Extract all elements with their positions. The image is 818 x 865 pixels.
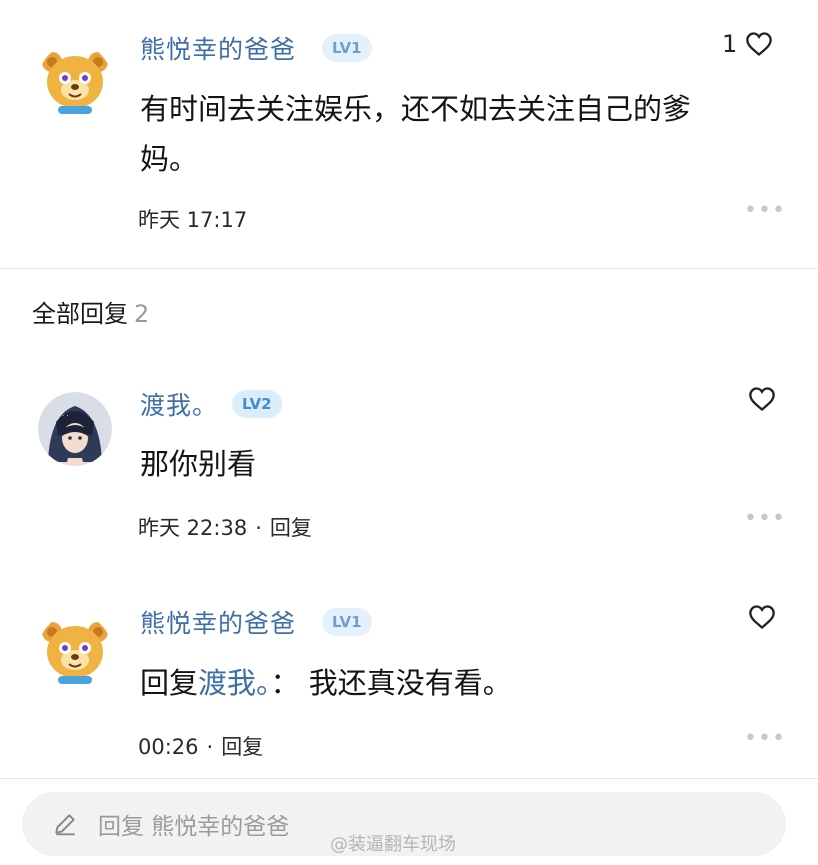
like-button[interactable]: 1: [722, 30, 773, 58]
divider: [0, 778, 818, 779]
more-dots-icon[interactable]: •••: [744, 726, 786, 751]
more-dots-icon[interactable]: •••: [744, 506, 786, 531]
replies-section-title: 全部回复 2: [32, 294, 149, 329]
watermark: @装逼翻车现场: [330, 834, 456, 855]
main-comment-username[interactable]: 熊悦幸的爸爸: [140, 30, 296, 66]
reply-text: 那你别看: [140, 447, 257, 481]
svg-text:· ·: · ·: [62, 412, 69, 420]
replies-count: 2: [134, 300, 150, 328]
level-badge: LV2: [232, 390, 282, 418]
like-button[interactable]: [748, 604, 776, 630]
separator-dot: ·: [255, 516, 262, 540]
divider: [0, 268, 818, 269]
avatar-user[interactable]: · ·: [38, 392, 112, 466]
reply-button[interactable]: 回复: [270, 516, 312, 540]
reply-username[interactable]: 渡我。: [140, 386, 218, 422]
level-badge: LV1: [322, 34, 372, 62]
level-badge: LV1: [322, 608, 372, 636]
reply-time: 昨天 22:38: [138, 516, 248, 540]
reply-meta: 昨天 22:38 · 回复: [138, 512, 312, 542]
main-comment-text-line2: 妈。: [140, 142, 199, 176]
like-count: 1: [722, 30, 738, 58]
replies-section-label: 全部回复: [32, 300, 128, 328]
reply-input-placeholder: 回复 熊悦幸的爸爸: [98, 814, 290, 840]
like-button[interactable]: [748, 386, 776, 412]
reply-body: ： 我还真没有看。: [270, 666, 512, 700]
reply-text: 回复渡我。： 我还真没有看。: [140, 656, 512, 710]
reply-meta: 00:26 · 回复: [138, 731, 263, 761]
heart-outline-icon: [746, 32, 773, 57]
avatar-bear[interactable]: [38, 614, 112, 688]
more-dots-icon[interactable]: •••: [744, 198, 786, 223]
reply-prefix: 回复: [140, 666, 199, 700]
mention-link[interactable]: 渡我。: [198, 666, 271, 700]
avatar-bear[interactable]: [38, 44, 112, 118]
reply-username[interactable]: 熊悦幸的爸爸: [140, 604, 296, 640]
reply-button[interactable]: 回复: [221, 735, 263, 759]
main-comment-text-line1: 有时间去关注娱乐，还不如去关注自己的爹: [140, 92, 692, 126]
separator-dot: ·: [206, 735, 214, 759]
reply-time: 00:26: [138, 735, 199, 759]
heart-outline-icon: [749, 605, 775, 630]
main-comment-time: 昨天 17:17: [138, 208, 248, 232]
pencil-icon: [55, 814, 75, 836]
heart-outline-icon: [749, 387, 775, 412]
